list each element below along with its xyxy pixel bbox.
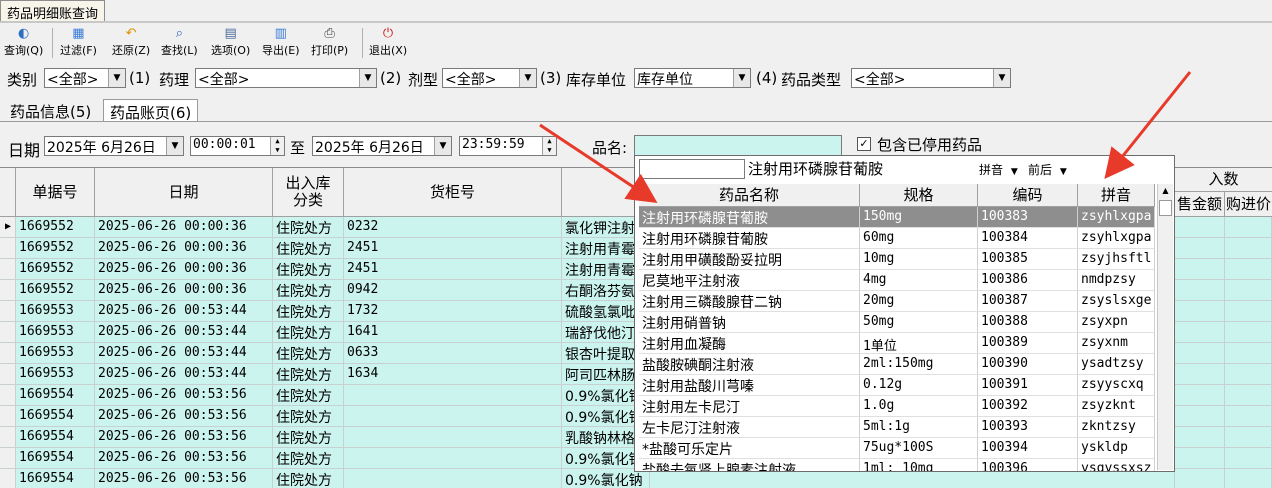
arrow-to-pinyin-column xyxy=(1104,71,1192,180)
arrow-to-name-column xyxy=(539,123,658,203)
annotation-arrows xyxy=(539,71,1192,203)
